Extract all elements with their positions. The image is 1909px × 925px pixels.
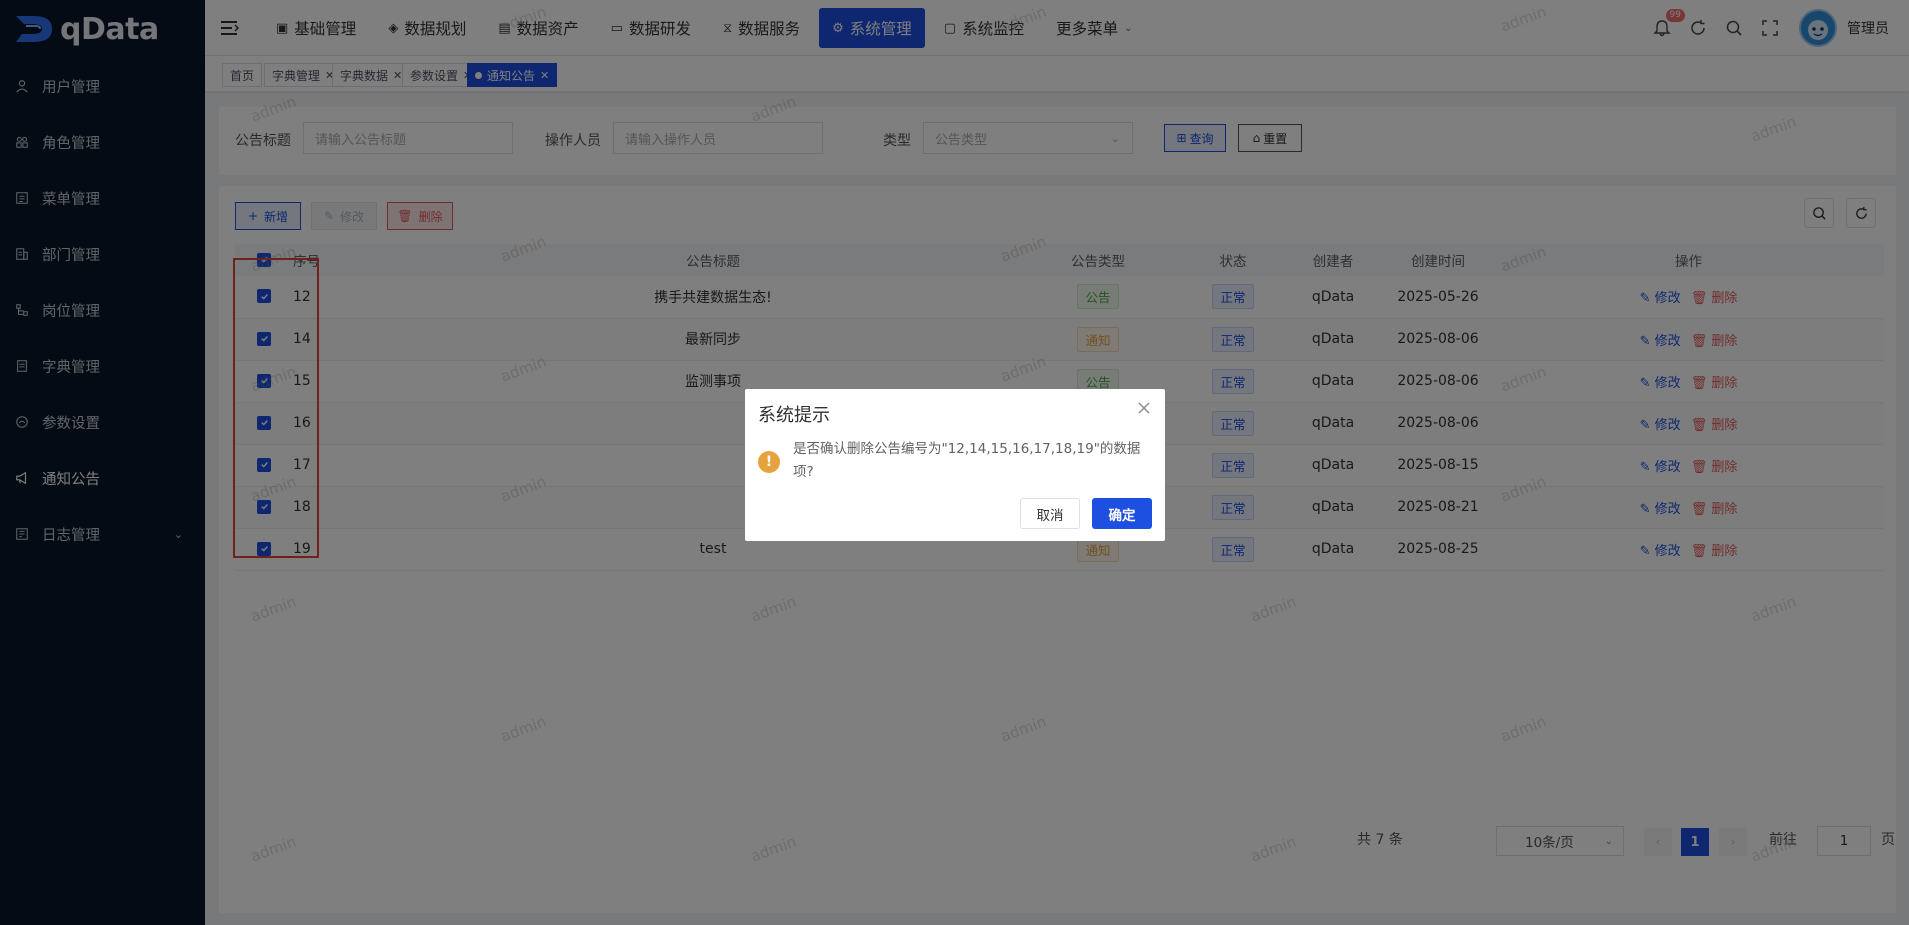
confirm-button[interactable]: 确定: [1092, 498, 1152, 529]
dialog-title: 系统提示: [758, 405, 830, 426]
warning-icon: !: [758, 451, 780, 473]
confirm-dialog: 系统提示 ! 是否确认删除公告编号为"12,14,15,16,17,18,19"…: [745, 389, 1165, 541]
close-icon[interactable]: [1137, 401, 1151, 415]
cancel-button[interactable]: 取消: [1020, 498, 1080, 529]
dialog-message: 是否确认删除公告编号为"12,14,15,16,17,18,19"的数据项?: [793, 441, 1141, 480]
